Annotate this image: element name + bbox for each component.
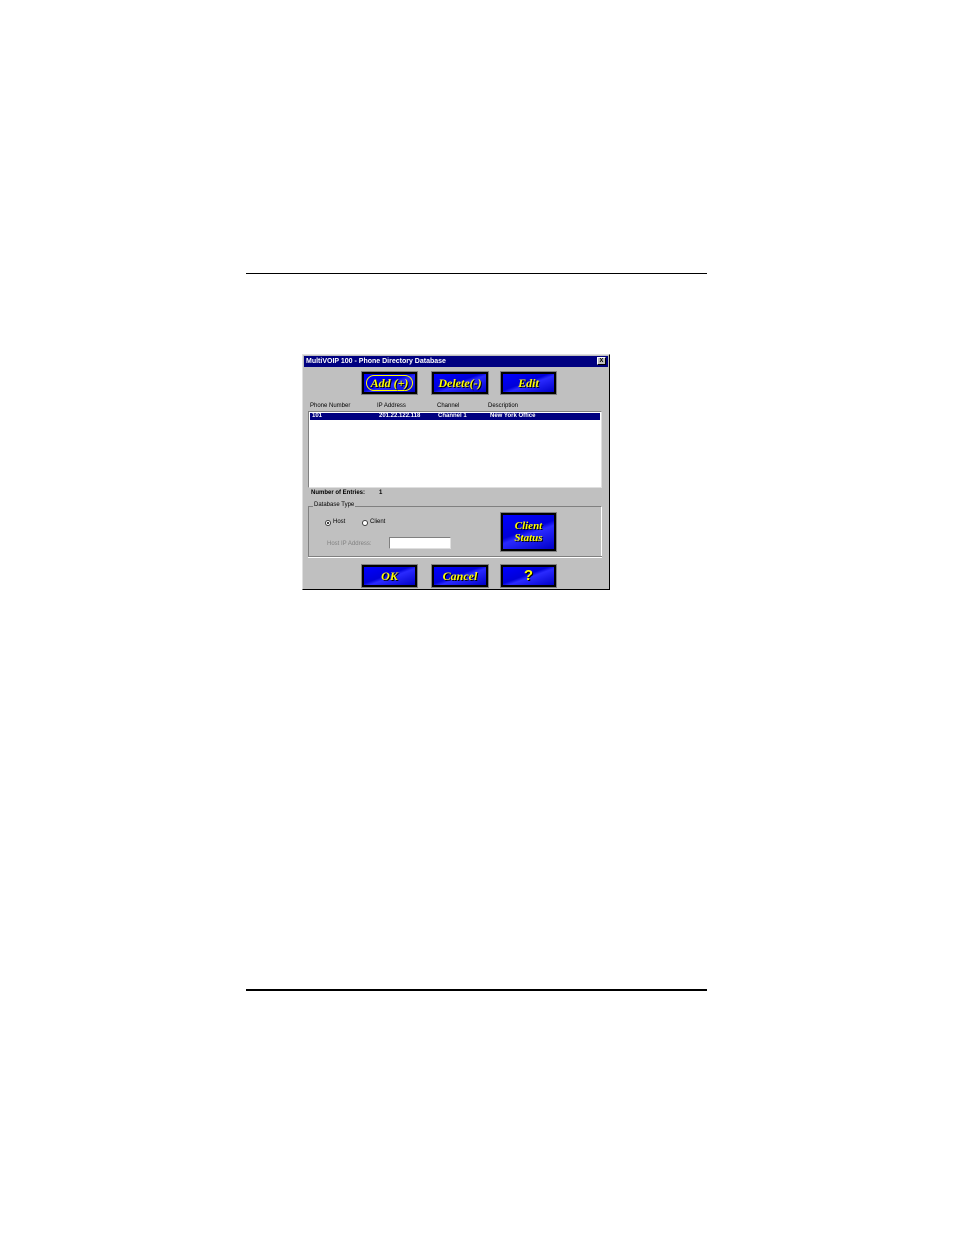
host-radio[interactable]	[325, 520, 331, 526]
client-radio[interactable]	[362, 520, 368, 526]
help-button[interactable]: ?	[500, 564, 557, 588]
client-status-line1: Client	[514, 520, 543, 532]
column-header-phone-number[interactable]: Phone Number	[310, 403, 350, 409]
ok-button[interactable]: OK	[361, 564, 418, 588]
entries-count: 1	[379, 490, 383, 496]
cancel-button[interactable]: Cancel	[431, 564, 489, 588]
client-status-button[interactable]: Client Status	[500, 512, 557, 552]
header-rule	[246, 273, 707, 274]
edit-button-label: Edit	[518, 376, 539, 390]
help-icon: ?	[523, 567, 534, 584]
host-ip-input[interactable]	[389, 537, 451, 549]
add-button[interactable]: Add (+)	[361, 371, 418, 395]
cell-ip-address: 201.22.122.118	[379, 413, 421, 419]
delete-button[interactable]: Delete(-)	[431, 371, 489, 395]
client-status-line2: Status	[514, 532, 543, 544]
column-header-ip-address[interactable]: IP Address	[377, 403, 406, 409]
cancel-button-label: Cancel	[442, 569, 478, 583]
delete-button-label: Delete(-)	[438, 376, 482, 390]
close-icon: x	[599, 357, 604, 364]
add-button-label: Add (+)	[365, 375, 414, 391]
edit-button[interactable]: Edit	[500, 371, 557, 395]
table-row[interactable]: 101 201.22.122.118 Channel 1 New York Of…	[310, 413, 600, 420]
cell-channel: Channel 1	[438, 413, 467, 419]
footer-divider	[308, 556, 602, 558]
close-button[interactable]: x	[597, 357, 606, 365]
title-bar[interactable]: MultiVOIP 100 - Phone Directory Database…	[304, 356, 608, 367]
database-type-label: Database Type	[313, 502, 356, 508]
database-type-group	[308, 506, 602, 557]
window-title: MultiVOIP 100 - Phone Directory Database	[306, 358, 446, 365]
host-radio-label[interactable]: Host	[333, 519, 345, 525]
cell-description: New York Office	[490, 413, 536, 419]
entries-label: Number of Entries:	[311, 490, 366, 496]
column-header-description[interactable]: Description	[488, 403, 518, 409]
cell-phone-number: 101	[312, 413, 323, 419]
footer-rule	[246, 989, 707, 991]
host-ip-label: Host IP Address:	[327, 541, 372, 547]
ok-button-label: OK	[381, 569, 398, 583]
client-radio-label[interactable]: Client	[370, 519, 385, 525]
column-header-channel[interactable]: Channel	[437, 403, 459, 409]
phone-directory-dialog: MultiVOIP 100 - Phone Directory Database…	[302, 354, 610, 590]
directory-list[interactable]: 101 201.22.122.118 Channel 1 New York Of…	[308, 411, 602, 488]
